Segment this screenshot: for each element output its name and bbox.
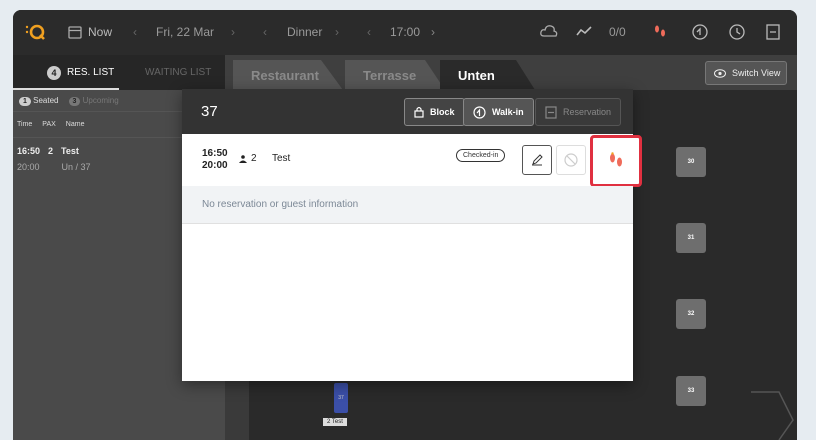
eye-icon: [714, 68, 726, 78]
service-label[interactable]: Dinner: [287, 25, 322, 39]
row-end-time: 20:00: [17, 162, 40, 172]
reservation-row[interactable]: 16:50 20:00 2 Test Checked-in: [182, 134, 633, 186]
next-date-chevron-icon[interactable]: ›: [231, 25, 235, 39]
res-list-label: RES. LIST: [67, 67, 115, 78]
row-time: 16:50: [17, 146, 41, 156]
col-name[interactable]: Name: [66, 121, 85, 128]
prev-date-chevron-icon[interactable]: ‹: [133, 25, 137, 39]
table-37-label: 2 Test: [323, 418, 347, 426]
block-button[interactable]: Block: [404, 98, 465, 126]
table-31[interactable]: 31: [676, 223, 706, 253]
walkin-button[interactable]: Walk-in: [463, 98, 534, 126]
table-30[interactable]: 30: [676, 147, 706, 177]
pax-value: 2: [251, 153, 257, 164]
tab-res-list[interactable]: 4 RES. LIST: [47, 55, 114, 90]
time-label[interactable]: 17:00: [390, 25, 420, 39]
lock-icon: [414, 106, 424, 118]
row-table: Un / 37: [61, 162, 91, 172]
edit-button[interactable]: [522, 145, 552, 175]
logo-icon: [25, 24, 45, 40]
start-time: 16:50: [202, 148, 228, 159]
tab-waiting-list[interactable]: WAITING LIST: [145, 55, 211, 90]
guest-info-row: No reservation or guest information: [182, 186, 633, 224]
modal-title: 37: [201, 103, 218, 120]
footprints-icon: [610, 152, 622, 167]
block-label: Block: [430, 107, 455, 117]
pax-count: 2: [239, 153, 257, 164]
col-pax[interactable]: PAX: [42, 121, 56, 128]
cancel-button[interactable]: [556, 145, 586, 175]
floor-tab-bar: Restaurant Terrasse Unten Switch View: [225, 55, 797, 90]
cloud-icon[interactable]: [540, 24, 558, 38]
end-time: 20:00: [202, 160, 228, 171]
seated-filter[interactable]: 1 Seated: [19, 96, 59, 106]
tab-unten[interactable]: Unten: [440, 60, 535, 90]
row-name: Test: [61, 146, 79, 156]
history-icon[interactable]: [728, 23, 746, 41]
walkin-icon: [473, 105, 486, 119]
upcoming-count: 3: [68, 97, 81, 106]
pencil-icon: [532, 154, 543, 166]
stairs-icon: [751, 391, 794, 440]
seat-button[interactable]: [590, 135, 642, 187]
seated-count: 1: [19, 97, 31, 106]
res-list-count-badge: 4: [47, 65, 61, 80]
walkin-label: Walk-in: [492, 107, 524, 117]
table-32[interactable]: 32: [676, 299, 706, 329]
reservation-button[interactable]: Reservation: [535, 98, 622, 126]
tab-restaurant[interactable]: Restaurant: [233, 60, 343, 90]
person-icon: [239, 154, 247, 163]
cancel-icon: [564, 153, 578, 167]
time-range: 16:50 20:00: [202, 148, 228, 172]
cover-counter: 0/0: [609, 25, 626, 39]
reservation-label: Reservation: [563, 107, 612, 117]
calendar-icon: [68, 26, 82, 39]
tab-terrasse[interactable]: Terrasse: [345, 60, 445, 90]
top-bar: Now ‹ Fri, 22 Mar › ‹ Dinner › ‹ 17:00 ›…: [13, 10, 797, 55]
status-badge: Checked-in: [456, 149, 506, 162]
now-label: Now: [88, 25, 113, 39]
footprints-icon[interactable]: [653, 24, 667, 40]
table-detail-modal: 37 Block Walk-in Reservation 16:50 20:00…: [182, 89, 642, 381]
col-time[interactable]: Time: [17, 121, 32, 128]
prev-service-chevron-icon[interactable]: ‹: [263, 25, 267, 39]
now-button[interactable]: Now: [68, 25, 112, 39]
reservation-icon[interactable]: [765, 23, 781, 41]
switch-view-button[interactable]: Switch View: [705, 61, 787, 85]
row-pax: 2: [48, 146, 54, 156]
prev-time-chevron-icon[interactable]: ‹: [367, 25, 371, 39]
trend-icon[interactable]: [576, 25, 592, 37]
next-service-chevron-icon[interactable]: ›: [335, 25, 339, 39]
switch-view-label: Switch View: [732, 68, 781, 78]
upcoming-filter[interactable]: 3 Upcoming: [68, 96, 119, 106]
seated-label: Seated: [33, 96, 59, 105]
upcoming-label: Upcoming: [82, 96, 119, 105]
next-time-chevron-icon[interactable]: ›: [431, 25, 435, 39]
table-33[interactable]: 33: [676, 376, 706, 406]
guest-name: Test: [272, 153, 291, 164]
reservation-icon: [545, 105, 557, 119]
walkin-icon[interactable]: [691, 23, 709, 41]
date-label[interactable]: Fri, 22 Mar: [156, 25, 214, 39]
modal-header: 37 Block Walk-in Reservation: [182, 89, 633, 134]
table-37-chip[interactable]: 37: [334, 383, 348, 413]
